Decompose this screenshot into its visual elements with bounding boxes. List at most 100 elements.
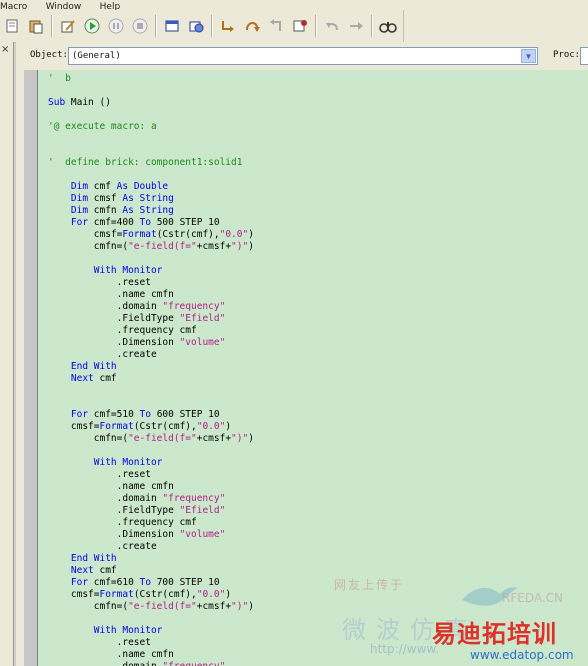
code-line[interactable]: ' b <box>48 73 254 85</box>
code-line[interactable]: '@ execute macro: a <box>48 121 254 133</box>
code-line[interactable]: cmfn=("e-field(f="+cmsf+")") <box>48 433 254 445</box>
undo-icon[interactable] <box>321 15 343 37</box>
code-line[interactable]: .FieldType "Efield" <box>48 505 254 517</box>
code-token: With Monitor <box>48 457 163 468</box>
code-token: cmfn=( <box>48 433 129 444</box>
bird-logo-icon <box>462 587 518 606</box>
code-line[interactable]: Next cmf <box>48 373 254 385</box>
code-token: "frequency" <box>162 493 226 504</box>
code-line[interactable] <box>48 145 254 157</box>
code-token: cmf <box>93 181 117 192</box>
step-into-icon[interactable] <box>217 15 239 37</box>
code-line[interactable]: .domain "frequency" <box>48 301 254 313</box>
code-token: To <box>139 217 157 228</box>
code-token: .FieldType <box>48 313 180 324</box>
code-token: Format <box>99 421 134 432</box>
code-token: ) <box>248 433 254 444</box>
code-line[interactable]: .reset <box>48 277 254 289</box>
code-line[interactable] <box>48 109 254 121</box>
code-line[interactable] <box>48 133 254 145</box>
code-line[interactable]: .reset <box>48 469 254 481</box>
code-line[interactable]: .name cmfn <box>48 481 254 493</box>
watermark-brand-url: www.edatop.com <box>470 648 574 662</box>
code-line[interactable]: .domain "frequency" <box>48 493 254 505</box>
code-line[interactable]: For cmf=400 To 500 STEP 10 <box>48 217 254 229</box>
step-out-icon[interactable] <box>265 15 287 37</box>
chevron-down-icon[interactable]: ▼ <box>521 49 536 63</box>
code-token: ")" <box>231 601 249 612</box>
code-token: Dim <box>48 205 94 216</box>
code-token: (Cstr(cmf), <box>133 589 197 600</box>
code-line[interactable]: End With <box>48 361 254 373</box>
code-line[interactable]: cmfn=("e-field(f="+cmsf+")") <box>48 601 254 613</box>
code-line[interactable]: cmsf=Format(Cstr(cmf),"0.0") <box>48 229 254 241</box>
code-line[interactable]: .reset <box>48 637 254 649</box>
code-line[interactable]: .frequency cmf <box>48 325 254 337</box>
code-line[interactable]: End With <box>48 553 254 565</box>
toolbar-separator <box>51 15 53 37</box>
code-token: 500 STEP 10 <box>156 217 220 228</box>
redo-icon[interactable] <box>345 15 367 37</box>
code-text[interactable]: ' b Sub Main () '@ execute macro: a ' defin… <box>48 73 254 666</box>
code-line[interactable]: Dim cmfn As String <box>48 205 254 217</box>
run-icon[interactable] <box>81 15 103 37</box>
code-line[interactable]: .Dimension "volume" <box>48 529 254 541</box>
code-line[interactable]: cmsf=Format(Cstr(cmf),"0.0") <box>48 421 254 433</box>
object-dropdown[interactable]: (General) ▼ <box>68 47 538 65</box>
code-line[interactable]: .name cmfn <box>48 649 254 661</box>
paste-icon[interactable] <box>25 15 47 37</box>
pause-icon[interactable] <box>105 15 127 37</box>
stop-icon[interactable] <box>129 15 151 37</box>
code-line[interactable] <box>48 385 254 397</box>
code-line[interactable]: Sub Main () <box>48 97 254 109</box>
cut-icon[interactable] <box>1 15 23 37</box>
menu-item-help[interactable]: Help <box>100 2 121 11</box>
code-line[interactable] <box>48 85 254 97</box>
find-icon[interactable] <box>377 15 399 37</box>
code-line[interactable]: With Monitor <box>48 625 254 637</box>
code-line[interactable]: With Monitor <box>48 265 254 277</box>
breakpoint-icon[interactable] <box>289 15 311 37</box>
code-token: "0.0" <box>196 589 226 600</box>
menu-item-macro[interactable]: Macro <box>0 2 27 11</box>
code-line[interactable]: .frequency cmf <box>48 517 254 529</box>
code-token: cmsf <box>93 193 123 204</box>
step-over-icon[interactable] <box>241 15 263 37</box>
proc-dropdown[interactable] <box>580 47 588 65</box>
code-token: .create <box>48 349 157 360</box>
dialog-icon[interactable] <box>161 15 183 37</box>
code-editor[interactable]: ' b Sub Main () '@ execute macro: a ' defin… <box>38 70 588 666</box>
code-line[interactable]: cmfn=("e-field(f="+cmsf+")") <box>48 241 254 253</box>
code-line[interactable]: For cmf=510 To 600 STEP 10 <box>48 409 254 421</box>
code-line[interactable]: ' define brick: component1:solid1 <box>48 157 254 169</box>
code-line[interactable] <box>48 253 254 265</box>
code-line[interactable]: With Monitor <box>48 457 254 469</box>
code-line[interactable]: Dim cmsf As String <box>48 193 254 205</box>
code-line[interactable] <box>48 397 254 409</box>
code-token: ) <box>248 601 254 612</box>
code-gutter[interactable] <box>24 70 38 666</box>
close-icon[interactable]: × <box>1 44 9 55</box>
code-line[interactable]: .domain "frequency" <box>48 661 254 666</box>
code-token: cmfn=( <box>48 241 129 252</box>
code-line[interactable]: .create <box>48 541 254 553</box>
code-token: cmfn=( <box>48 601 129 612</box>
code-line[interactable]: .FieldType "Efield" <box>48 313 254 325</box>
code-line[interactable]: cmsf=Format(Cstr(cmf),"0.0") <box>48 589 254 601</box>
code-line[interactable] <box>48 445 254 457</box>
code-line[interactable]: .Dimension "volume" <box>48 337 254 349</box>
code-line[interactable]: Next cmf <box>48 565 254 577</box>
code-line[interactable] <box>48 169 254 181</box>
menu-item-window[interactable]: Window <box>46 2 82 11</box>
code-token: ' define brick: component1:solid1 <box>48 157 243 168</box>
code-line[interactable]: For cmf=610 To 700 STEP 10 <box>48 577 254 589</box>
code-line[interactable]: .name cmfn <box>48 289 254 301</box>
code-line[interactable]: Dim cmf As Double <box>48 181 254 193</box>
code-token: Format <box>99 589 134 600</box>
code-line[interactable] <box>48 613 254 625</box>
edit-icon[interactable] <box>57 15 79 37</box>
code-line[interactable]: .create <box>48 349 254 361</box>
code-token: "Efield" <box>179 505 226 516</box>
watermark-brand: 易迪拓培训 <box>432 620 557 648</box>
open-dialog-icon[interactable] <box>185 15 207 37</box>
